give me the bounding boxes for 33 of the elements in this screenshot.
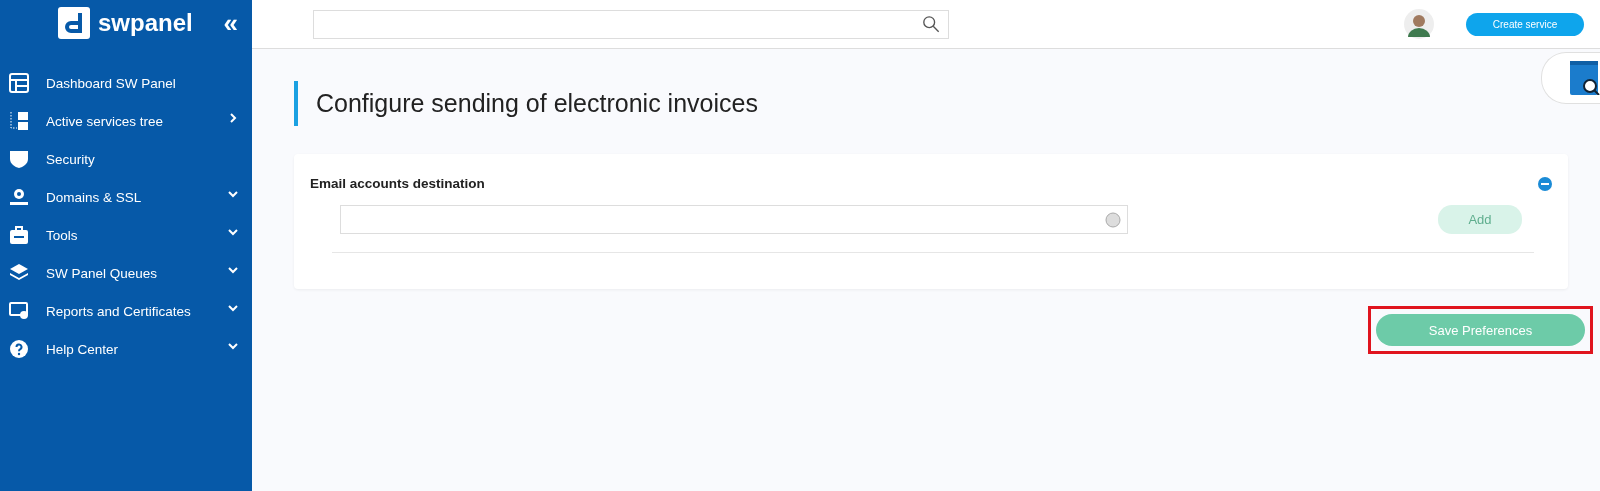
toolbox-icon bbox=[9, 225, 29, 245]
caret-icon bbox=[228, 265, 238, 275]
avatar-icon[interactable] bbox=[1404, 9, 1434, 39]
sidebar-item[interactable]: Dashboard SW Panel bbox=[0, 64, 252, 102]
section-title: Email accounts destination bbox=[310, 176, 485, 191]
shield-icon bbox=[9, 149, 29, 169]
collapse-icon[interactable] bbox=[1538, 176, 1552, 191]
certificate-icon bbox=[9, 301, 29, 321]
caret-icon bbox=[228, 189, 238, 199]
book-search-icon bbox=[1570, 61, 1600, 95]
email-field[interactable] bbox=[340, 205, 1128, 234]
search-field[interactable] bbox=[313, 9, 949, 39]
dashboard-icon bbox=[9, 73, 29, 93]
sidebar-item[interactable]: Security bbox=[0, 140, 252, 178]
caret-icon bbox=[228, 303, 238, 313]
search-icon bbox=[922, 15, 940, 33]
layers-icon bbox=[9, 263, 29, 283]
sidebar-item[interactable]: Help Center bbox=[0, 330, 252, 368]
docs-tab[interactable] bbox=[1541, 52, 1600, 104]
help-icon bbox=[9, 339, 29, 359]
caret-icon bbox=[228, 113, 238, 123]
logo-text: swpanel bbox=[98, 9, 193, 37]
sidebar-item[interactable]: Domains & SSL bbox=[0, 178, 252, 216]
sidebar-item[interactable]: Reports and Certificates bbox=[0, 292, 252, 330]
sidebar-item[interactable]: SW Panel Queues bbox=[0, 254, 252, 292]
tree-icon bbox=[9, 111, 29, 131]
status-icon bbox=[1105, 211, 1121, 228]
caret-icon bbox=[228, 227, 238, 237]
caret-icon bbox=[228, 341, 238, 351]
sidebar-item[interactable]: Active services tree bbox=[0, 102, 252, 140]
collapse-button[interactable]: « bbox=[219, 10, 242, 36]
sidebar-item[interactable]: Tools bbox=[0, 216, 252, 254]
logo-icon bbox=[58, 7, 90, 39]
